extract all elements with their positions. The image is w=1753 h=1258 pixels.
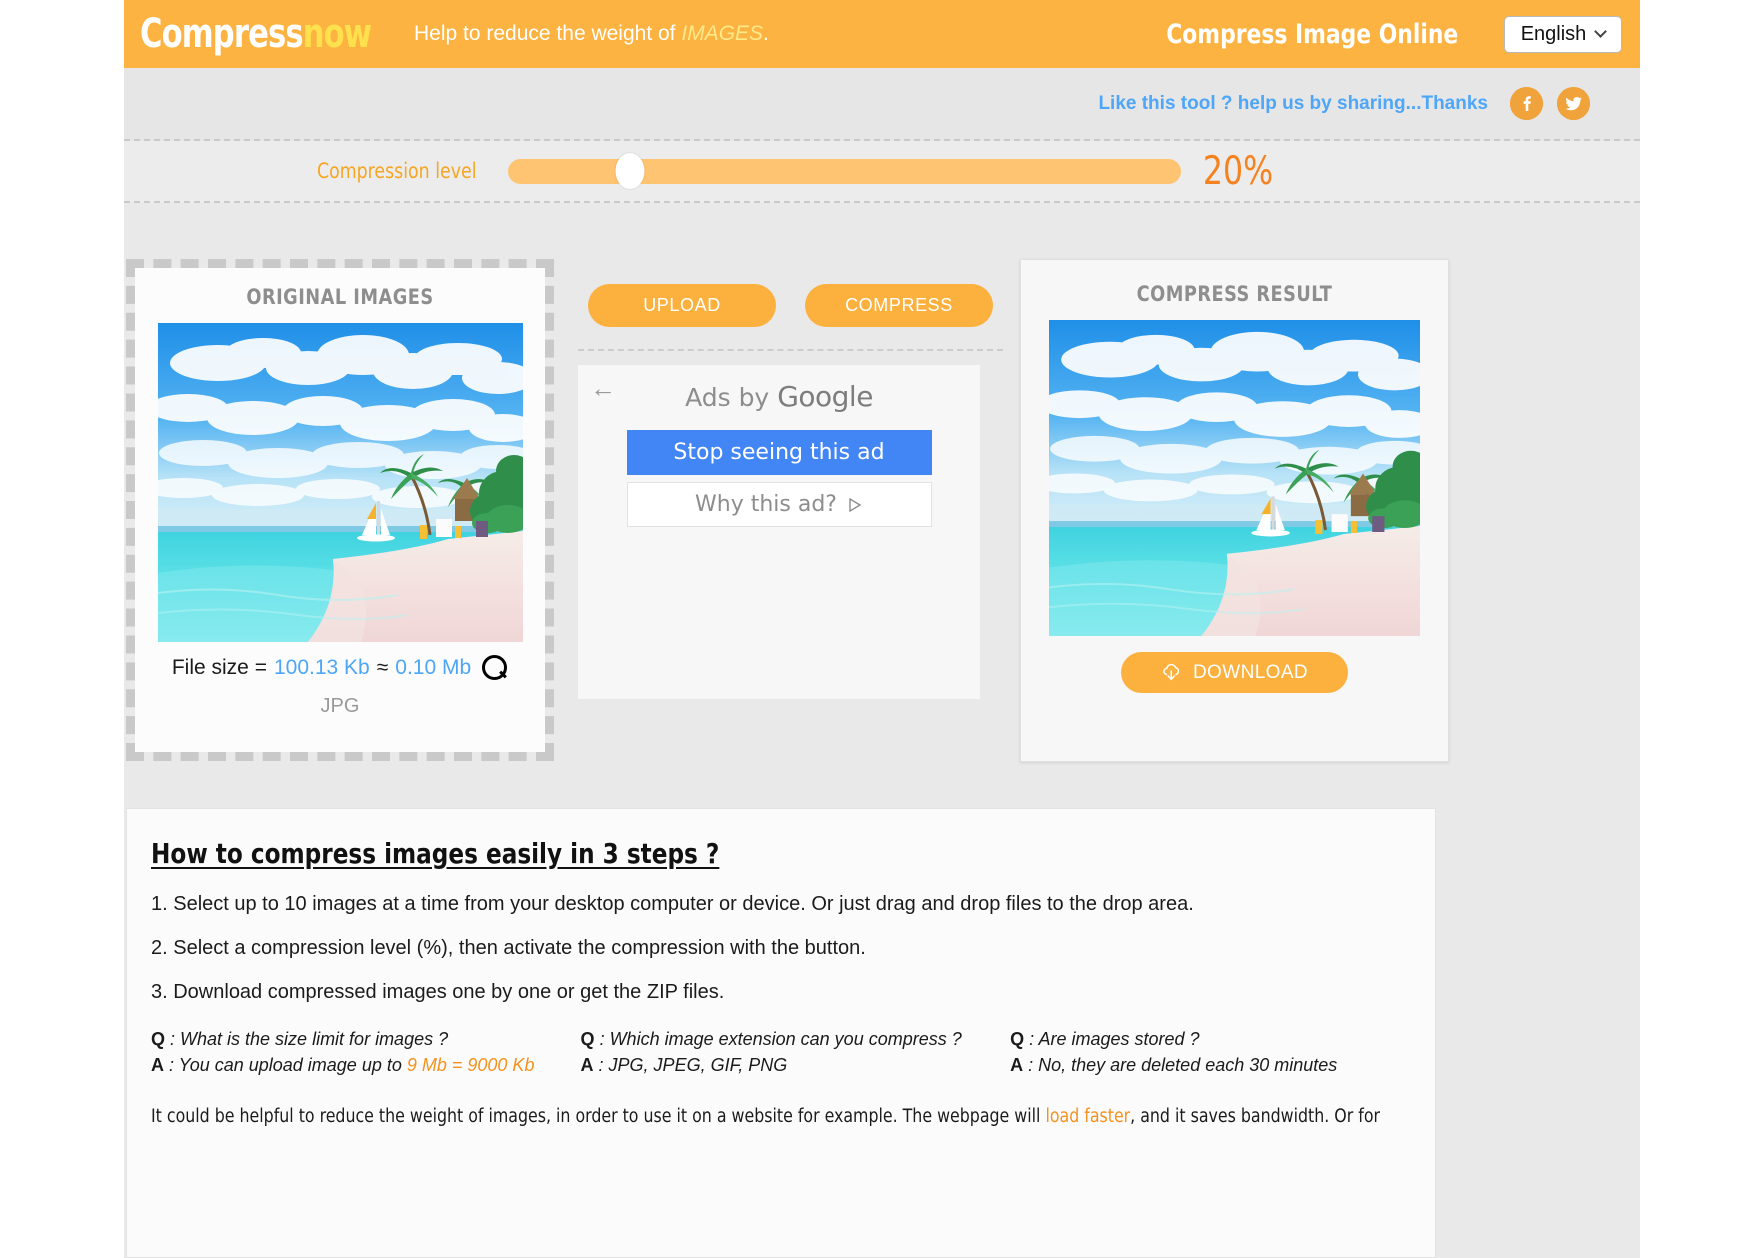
language-selector[interactable]: English bbox=[1504, 15, 1622, 53]
faq-answer: A : No, they are deleted each 30 minutes bbox=[1010, 1053, 1411, 1079]
app-root: Compressnow Help to reduce the weight of… bbox=[0, 0, 1753, 1258]
faq-item-storage: Q : Are images stored ? A : No, they are… bbox=[1010, 1027, 1411, 1078]
tagline-prefix: Help to reduce the weight of bbox=[414, 22, 682, 45]
ads-by-google-label: Ads by Google bbox=[578, 365, 980, 413]
language-selector-label: English bbox=[1520, 22, 1587, 45]
tropical-beach-photo bbox=[157, 323, 523, 642]
faq-a-marker: A bbox=[151, 1054, 164, 1075]
original-image-thumbnail[interactable] bbox=[157, 323, 523, 642]
original-images-panel[interactable]: ORIGINAL IMAGES File size = 100.13 Kb ≈ … bbox=[126, 259, 554, 761]
work-area: ORIGINAL IMAGES File size = 100.13 Kb ≈ … bbox=[124, 203, 1640, 762]
filesize-mb-value: 0.10 Mb bbox=[395, 656, 472, 679]
share-prompt-text: Like this tool ? help us by sharing...Th… bbox=[1098, 92, 1488, 114]
tagline-emphasis: IMAGES bbox=[681, 22, 764, 45]
compressed-image-thumbnail[interactable] bbox=[1049, 320, 1420, 636]
logo-text-secondary: now bbox=[302, 11, 372, 57]
facebook-glyph bbox=[1510, 87, 1543, 120]
twitter-icon[interactable] bbox=[1557, 87, 1590, 120]
howto-step-3: 3. Download compressed images one by one… bbox=[151, 981, 725, 1003]
google-wordmark: Google bbox=[777, 380, 873, 413]
faq-answer-text: : JPG, JPEG, GIF, PNG bbox=[593, 1054, 788, 1075]
faq-item-size-limit: Q : What is the size limit for images ? … bbox=[151, 1027, 581, 1078]
outro-text-before: It could be helpful to reduce the weight… bbox=[151, 1106, 1046, 1128]
upload-button[interactable]: UPLOAD bbox=[588, 284, 776, 327]
compression-level-value: 20% bbox=[1202, 148, 1273, 194]
tropical-beach-photo-compressed bbox=[1049, 320, 1420, 636]
filesize-kb-value: 100.13 Kb bbox=[273, 656, 370, 679]
faq-answer-text: : No, they are deleted each 30 minutes bbox=[1023, 1054, 1338, 1075]
page-title: Compress Image Online bbox=[1165, 18, 1458, 50]
faq-question-text: : Are images stored ? bbox=[1024, 1029, 1200, 1049]
faq-question-text: : What is the size limit for images ? bbox=[165, 1029, 449, 1049]
faq-q-marker: Q bbox=[1010, 1029, 1025, 1049]
outro-link-load-faster[interactable]: load faster bbox=[1045, 1106, 1130, 1127]
compress-button[interactable]: COMPRESS bbox=[805, 284, 993, 327]
original-filetype-label: JPG bbox=[320, 695, 360, 717]
original-filesize-row: File size = 100.13 Kb ≈ 0.10 Mb bbox=[135, 655, 545, 681]
stop-seeing-ad-button[interactable]: Stop seeing this ad bbox=[626, 430, 932, 475]
faq-question: Q : Which image extension can you compre… bbox=[581, 1027, 1011, 1053]
back-arrow-icon[interactable]: ← bbox=[590, 375, 616, 401]
site-tagline: Help to reduce the weight of IMAGES. bbox=[414, 22, 769, 46]
faq-answer: A : JPG, JPEG, GIF, PNG bbox=[581, 1053, 1011, 1079]
faq-question-text: : Which image extension can you compress… bbox=[594, 1029, 962, 1049]
compression-level-slider[interactable] bbox=[507, 153, 1181, 189]
howto-section: How to compress images easily in 3 steps… bbox=[126, 808, 1436, 1258]
header-right-group: Compress Image Online English bbox=[1150, 15, 1640, 53]
adchoices-icon bbox=[849, 497, 862, 512]
share-bar: Like this tool ? help us by sharing...Th… bbox=[124, 68, 1640, 141]
faq-question: Q : What is the size limit for images ? bbox=[151, 1027, 581, 1053]
howto-heading: How to compress images easily in 3 steps… bbox=[151, 837, 720, 870]
howto-step-2: 2. Select a compression level (%), then … bbox=[151, 937, 866, 959]
faq-a-marker: A bbox=[1010, 1054, 1024, 1075]
twitter-glyph bbox=[1557, 87, 1590, 120]
faq-item-extensions: Q : Which image extension can you compre… bbox=[581, 1027, 1011, 1078]
faq-a-marker: A bbox=[580, 1054, 594, 1075]
faq-q-marker: Q bbox=[151, 1029, 166, 1049]
google-ad-panel: ← Ads by Google Stop seeing this ad Why … bbox=[578, 365, 980, 699]
action-button-row: UPLOAD COMPRESS bbox=[578, 259, 1003, 351]
faq-row: Q : What is the size limit for images ? … bbox=[151, 1027, 1411, 1078]
filesize-approx-symbol: ≈ bbox=[376, 656, 389, 679]
chevron-down-icon bbox=[1594, 24, 1608, 38]
download-button-label: DOWNLOAD bbox=[1192, 661, 1309, 683]
site-logo[interactable]: Compressnow bbox=[140, 11, 372, 57]
faq-question: Q : Are images stored ? bbox=[1010, 1027, 1411, 1053]
faq-answer-text: : You can upload image up to bbox=[164, 1054, 407, 1075]
outro-text-after: , and it saves bandwidth. Or for bbox=[1130, 1106, 1380, 1128]
faq-q-marker: Q bbox=[580, 1029, 595, 1049]
compression-level-label: Compression level bbox=[316, 159, 477, 183]
logo-text-primary: Compress bbox=[140, 11, 304, 57]
faq-answer: A : You can upload image up to 9 Mb = 90… bbox=[151, 1053, 581, 1079]
howto-outro-paragraph: It could be helpful to reduce the weight… bbox=[151, 1106, 1380, 1128]
filesize-label: File size = bbox=[171, 656, 267, 679]
cloud-download-icon bbox=[1163, 663, 1180, 681]
ads-by-prefix: Ads by bbox=[685, 383, 778, 412]
site-header: Compressnow Help to reduce the weight of… bbox=[124, 0, 1640, 68]
facebook-icon[interactable] bbox=[1510, 87, 1543, 120]
center-column: UPLOAD COMPRESS ← Ads by Google Stop see… bbox=[578, 259, 1003, 699]
page-container: Compressnow Help to reduce the weight of… bbox=[124, 0, 1640, 1258]
download-button[interactable]: DOWNLOAD bbox=[1121, 652, 1348, 693]
howto-step-1: 1. Select up to 10 images at a time from… bbox=[151, 893, 1194, 915]
faq-answer-highlight: 9 Mb = 9000 Kb bbox=[406, 1054, 535, 1075]
magnifier-icon[interactable] bbox=[482, 655, 508, 681]
slider-thumb[interactable] bbox=[615, 153, 644, 189]
compression-level-bar: Compression level 20% bbox=[124, 141, 1640, 203]
compress-result-panel: COMPRESS RESULT DOWNLOAD bbox=[1020, 259, 1449, 762]
tagline-suffix: . bbox=[763, 22, 769, 45]
original-images-title: ORIGINAL IMAGES bbox=[246, 285, 434, 309]
compress-result-title: COMPRESS RESULT bbox=[1136, 282, 1333, 306]
why-this-ad-button[interactable]: Why this ad? bbox=[626, 482, 932, 527]
why-this-ad-label: Why this ad? bbox=[695, 492, 837, 517]
